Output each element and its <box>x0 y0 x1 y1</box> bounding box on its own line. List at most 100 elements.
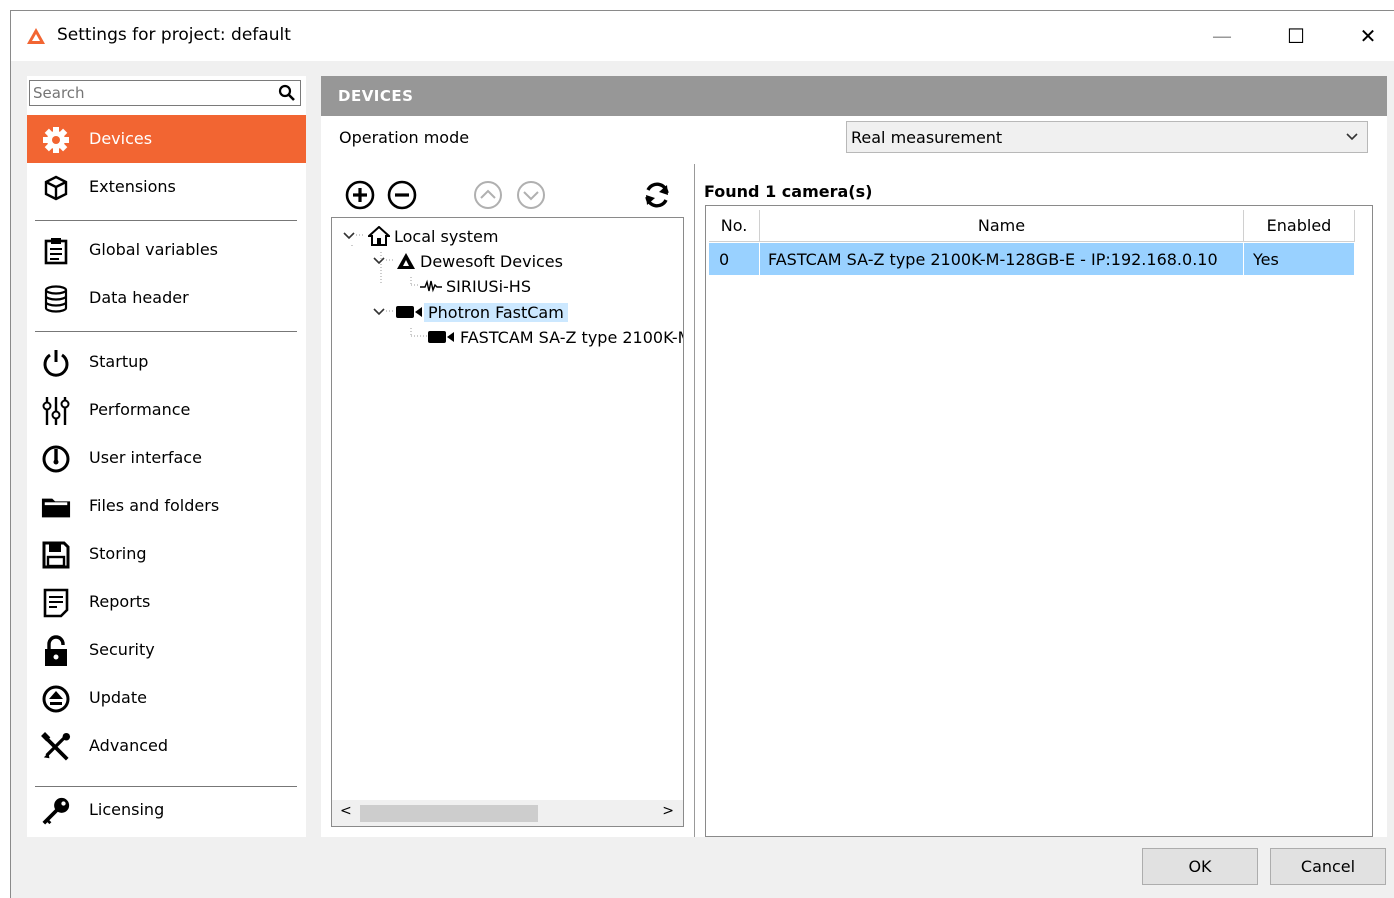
sidebar-item-label: Extensions <box>89 177 176 196</box>
sidebar-item-files-and-folders[interactable]: Files and folders <box>27 482 306 530</box>
sidebar-item-label: Performance <box>89 400 191 419</box>
cube-icon <box>41 173 71 203</box>
tree-node-label: Photron FastCam <box>424 302 568 322</box>
maximize-button[interactable]: ☐ <box>1273 19 1319 53</box>
sidebar-item-label: Reports <box>89 592 151 611</box>
dewesoft-logo-icon <box>397 253 415 269</box>
sidebar-item-label: Global variables <box>89 240 219 259</box>
ok-button[interactable]: OK <box>1142 848 1258 885</box>
device-tree[interactable]: Local system Dewesoft Devices SIRIUSi-HS… <box>331 217 684 827</box>
key-icon <box>41 796 71 826</box>
sliders-icon <box>41 396 71 426</box>
search-input[interactable] <box>33 83 273 103</box>
sidebar-divider <box>35 331 297 332</box>
remove-icon[interactable] <box>386 179 418 211</box>
move-down-icon[interactable] <box>515 179 547 211</box>
close-button[interactable]: ✕ <box>1345 19 1391 53</box>
sidebar-item-reports[interactable]: Reports <box>27 578 306 626</box>
sidebar-divider <box>35 220 297 221</box>
found-cameras-label: Found 1 camera(s) <box>704 182 873 201</box>
camera-table[interactable]: No. Name Enabled 0 FASTCAM SA-Z type 210… <box>705 205 1373 837</box>
sidebar-item-update[interactable]: Update <box>27 674 306 722</box>
window-title: Settings for project: default <box>57 25 291 45</box>
gear-icon <box>41 125 71 155</box>
tree-node-label: Local system <box>394 226 499 246</box>
devices-panel: DEVICES Operation mode Real measurement <box>321 76 1387 837</box>
scroll-left-icon[interactable]: < <box>340 803 352 819</box>
title-bar: Settings for project: default — ☐ ✕ <box>11 11 1394 61</box>
add-icon[interactable] <box>344 179 376 211</box>
sidebar-item-label: Update <box>89 688 147 707</box>
column-header-enabled[interactable]: Enabled <box>1244 210 1355 242</box>
settings-window: Settings for project: default — ☐ ✕ Devi… <box>10 10 1394 898</box>
power-icon <box>41 348 71 378</box>
move-up-icon[interactable] <box>472 179 504 211</box>
sidebar-item-devices[interactable]: Devices <box>27 115 306 163</box>
chevron-down-icon[interactable] <box>372 254 386 268</box>
tree-node-label: SIRIUSi-HS <box>446 276 531 296</box>
tree-horizontal-scrollbar[interactable]: < > <box>332 800 683 826</box>
sidebar-item-label: Devices <box>89 129 153 148</box>
sidebar-item-licensing[interactable]: Licensing <box>27 786 306 834</box>
sidebar-item-label: Startup <box>89 352 149 371</box>
cancel-button[interactable]: Cancel <box>1270 848 1386 885</box>
gauge-icon <box>41 444 71 474</box>
home-icon <box>368 226 390 246</box>
sidebar-item-label: Files and folders <box>89 496 220 515</box>
clipboard-icon <box>41 236 71 266</box>
camera-icon <box>428 331 454 343</box>
tree-node-label: FASTCAM SA-Z type 2100K-M-128GB-E - IP:1… <box>460 327 683 347</box>
minimize-button[interactable]: — <box>1199 19 1245 53</box>
section-title: DEVICES <box>338 87 414 105</box>
sidebar-item-label: Security <box>89 640 155 659</box>
tree-node-fastcam-sa-z[interactable]: FASTCAM SA-Z type 2100K-M-128GB-E - IP:1… <box>428 325 683 349</box>
sidebar-item-label: Licensing <box>89 800 165 819</box>
scrollbar-thumb[interactable] <box>360 805 538 822</box>
signal-icon <box>420 279 442 293</box>
sidebar-item-label: User interface <box>89 448 202 467</box>
tree-node-local-system[interactable]: Local system <box>342 224 498 248</box>
refresh-icon[interactable] <box>641 179 673 211</box>
table-cell-no[interactable]: 0 <box>709 243 760 275</box>
floppy-icon <box>41 540 71 570</box>
chevron-down-icon <box>1346 133 1358 141</box>
sidebar-item-storing[interactable]: Storing <box>27 530 306 578</box>
sidebar-item-extensions[interactable]: Extensions <box>27 163 306 211</box>
sidebar-item-global-variables[interactable]: Global variables <box>27 226 306 274</box>
column-header-no[interactable]: No. <box>709 210 760 242</box>
tree-node-siriusi-hs[interactable]: SIRIUSi-HS <box>420 274 531 298</box>
sidebar-item-security[interactable]: Security <box>27 626 306 674</box>
table-cell-name[interactable]: FASTCAM SA-Z type 2100K-M-128GB-E - IP:1… <box>760 243 1244 275</box>
operation-mode-value: Real measurement <box>851 128 1003 147</box>
upload-icon <box>41 684 71 714</box>
sidebar-item-label: Data header <box>89 288 189 307</box>
scroll-right-icon[interactable]: > <box>662 803 674 819</box>
tree-node-photron-fastcam[interactable]: Photron FastCam <box>372 300 568 324</box>
panel-divider <box>694 164 695 837</box>
sidebar-item-label: Advanced <box>89 736 169 755</box>
lock-icon <box>41 635 71 666</box>
sidebar-item-label: Storing <box>89 544 147 563</box>
sidebar-item-performance[interactable]: Performance <box>27 386 306 434</box>
chevron-down-icon[interactable] <box>372 305 386 319</box>
section-header: DEVICES <box>321 76 1387 116</box>
sidebar-item-advanced[interactable]: Advanced <box>27 722 306 770</box>
sidebar-item-data-header[interactable]: Data header <box>27 274 306 322</box>
tree-node-dewesoft-devices[interactable]: Dewesoft Devices <box>372 249 563 273</box>
camera-icon <box>396 306 422 318</box>
tree-node-label: Dewesoft Devices <box>420 251 563 271</box>
dewesoft-logo-icon <box>27 28 45 44</box>
sidebar-item-user-interface[interactable]: User interface <box>27 434 306 482</box>
sidebar-item-startup[interactable]: Startup <box>27 338 306 386</box>
table-cell-enabled[interactable]: Yes <box>1244 243 1355 275</box>
tools-icon <box>41 732 71 762</box>
sidebar: Devices Extensions Global variables Data… <box>27 76 306 837</box>
folder-icon <box>41 492 71 522</box>
column-header-name[interactable]: Name <box>760 210 1244 242</box>
chevron-down-icon[interactable] <box>342 229 356 243</box>
search-icon[interactable] <box>278 84 296 102</box>
operation-mode-select[interactable]: Real measurement <box>846 121 1368 153</box>
operation-mode-label: Operation mode <box>339 128 470 147</box>
search-box[interactable] <box>29 80 301 106</box>
report-icon <box>41 588 71 618</box>
